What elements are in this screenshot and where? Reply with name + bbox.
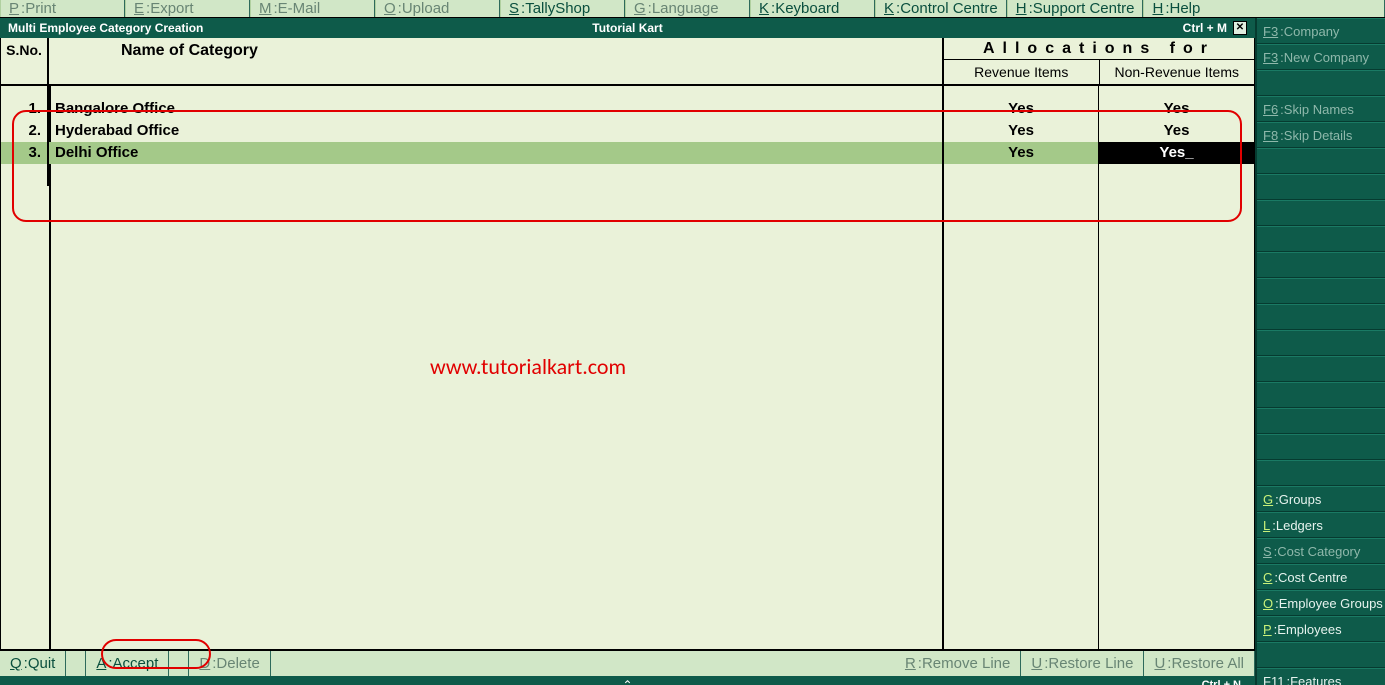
- sidebar-employee-groups[interactable]: O: Employee Groups: [1257, 590, 1385, 616]
- toolbar-keyboard[interactable]: K: Keyboard: [750, 0, 875, 17]
- sidebar-cost-category[interactable]: S: Cost Category: [1257, 538, 1385, 564]
- remove-line-button[interactable]: R: Remove Line: [895, 651, 1021, 676]
- sidebar-skip-details[interactable]: F8: Skip Details: [1257, 122, 1385, 148]
- restore-all-button[interactable]: U: Restore All: [1144, 651, 1255, 676]
- header-allocations: Allocations for Revenue Items Non-Revenu…: [944, 38, 1254, 84]
- toolbar-help[interactable]: H: Help: [1143, 0, 1385, 17]
- top-toolbar: P: Print E: Export M: E-Mail O: Upload S…: [0, 0, 1385, 18]
- expand-arrow-icon[interactable]: ⌃: [622, 678, 632, 685]
- accept-button[interactable]: A: Accept: [86, 651, 169, 676]
- table-row[interactable]: 1. Bangalore Office Yes Yes: [1, 98, 1254, 120]
- sidebar-company[interactable]: F3: Company: [1257, 18, 1385, 44]
- sidebar-skip-names[interactable]: F6: Skip Names: [1257, 96, 1385, 122]
- table-header: S.No. Name of Category Allocations for R…: [1, 38, 1254, 86]
- table-body: 1. Bangalore Office Yes Yes 2. Hyderabad…: [1, 86, 1254, 186]
- sidebar-blank: [1257, 70, 1385, 96]
- toolbar-email[interactable]: M: E-Mail: [250, 0, 375, 17]
- sidebar-new-company[interactable]: F3: New Company: [1257, 44, 1385, 70]
- table-row[interactable]: 3. Delhi Office Yes Yes: [1, 142, 1254, 164]
- sidebar-groups[interactable]: G: Groups: [1257, 486, 1385, 512]
- toolbar-language[interactable]: G: Language: [625, 0, 750, 17]
- header-name: Name of Category: [49, 38, 944, 84]
- screen-title: Multi Employee Category Creation: [8, 21, 203, 35]
- toolbar-print[interactable]: P: Print: [0, 0, 125, 17]
- delete-button[interactable]: D: Delete: [189, 651, 270, 676]
- table-row[interactable]: [1, 164, 1254, 186]
- bottom-toolbar: Q: Quit A: Accept D: Delete R: Remove Li…: [0, 650, 1255, 676]
- content-panel: S.No. Name of Category Allocations for R…: [0, 38, 1255, 650]
- toolbar-control-centre[interactable]: K: Control Centre: [875, 0, 1007, 17]
- shortcut-hint-bottom: Ctrl + N: [1202, 679, 1255, 685]
- toolbar-upload[interactable]: O: Upload: [375, 0, 500, 17]
- sidebar-cost-centre[interactable]: C: Cost Centre: [1257, 564, 1385, 590]
- toolbar-export[interactable]: E: Export: [125, 0, 250, 17]
- active-cell[interactable]: Yes: [1099, 142, 1254, 164]
- sidebar-employees[interactable]: P: Employees: [1257, 616, 1385, 642]
- shortcut-hint: Ctrl + M: [1183, 21, 1227, 35]
- company-name: Tutorial Kart: [592, 21, 662, 35]
- table-row[interactable]: 2. Hyderabad Office Yes Yes: [1, 120, 1254, 142]
- toolbar-tallyshop[interactable]: S: TallyShop: [500, 0, 625, 17]
- header-revenue: Revenue Items: [944, 60, 1100, 84]
- header-sno: S.No.: [1, 38, 49, 84]
- sidebar-ledgers[interactable]: L: Ledgers: [1257, 512, 1385, 538]
- status-bar: ⌃ Ctrl + N: [0, 676, 1255, 685]
- header-nonrevenue: Non-Revenue Items: [1100, 60, 1255, 84]
- title-bar: Multi Employee Category Creation Tutoria…: [0, 18, 1255, 38]
- sidebar-features[interactable]: F11: Features: [1257, 668, 1385, 685]
- toolbar-support-centre[interactable]: H: Support Centre: [1007, 0, 1144, 17]
- close-icon[interactable]: ✕: [1233, 21, 1247, 35]
- right-sidebar: F3: Company F3: New Company F6: Skip Nam…: [1255, 18, 1385, 685]
- quit-button[interactable]: Q: Quit: [0, 651, 66, 676]
- restore-line-button[interactable]: U: Restore Line: [1021, 651, 1144, 676]
